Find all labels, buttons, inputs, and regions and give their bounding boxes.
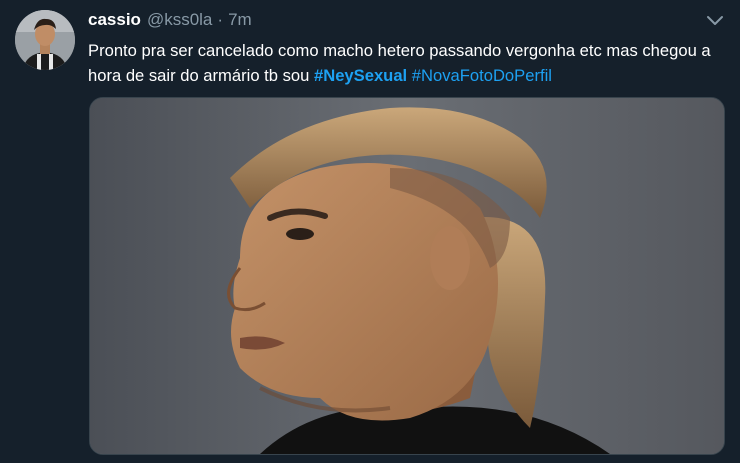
timestamp[interactable]: 7m bbox=[228, 10, 252, 30]
display-name[interactable]: cassio bbox=[88, 10, 141, 30]
hashtag-neysexual[interactable]: #NeySexual bbox=[314, 66, 407, 85]
chevron-down-icon[interactable] bbox=[706, 14, 724, 28]
avatar-image bbox=[15, 10, 75, 70]
hashtag-novafotodoperfil[interactable]: #NovaFotoDoPerfil bbox=[412, 66, 552, 85]
tweet-photo[interactable] bbox=[89, 97, 725, 455]
separator-dot: · bbox=[217, 10, 224, 29]
avatar[interactable] bbox=[15, 10, 75, 70]
user-handle[interactable]: @kss0la bbox=[147, 10, 212, 30]
photo-portrait bbox=[90, 98, 724, 454]
tweet-text: Pronto pra ser cancelado como macho hete… bbox=[88, 38, 718, 88]
tweet-header: cassio @kss0la · 7m bbox=[88, 10, 252, 34]
tweet[interactable]: cassio @kss0la · 7m Pronto pra ser cance… bbox=[0, 0, 740, 463]
